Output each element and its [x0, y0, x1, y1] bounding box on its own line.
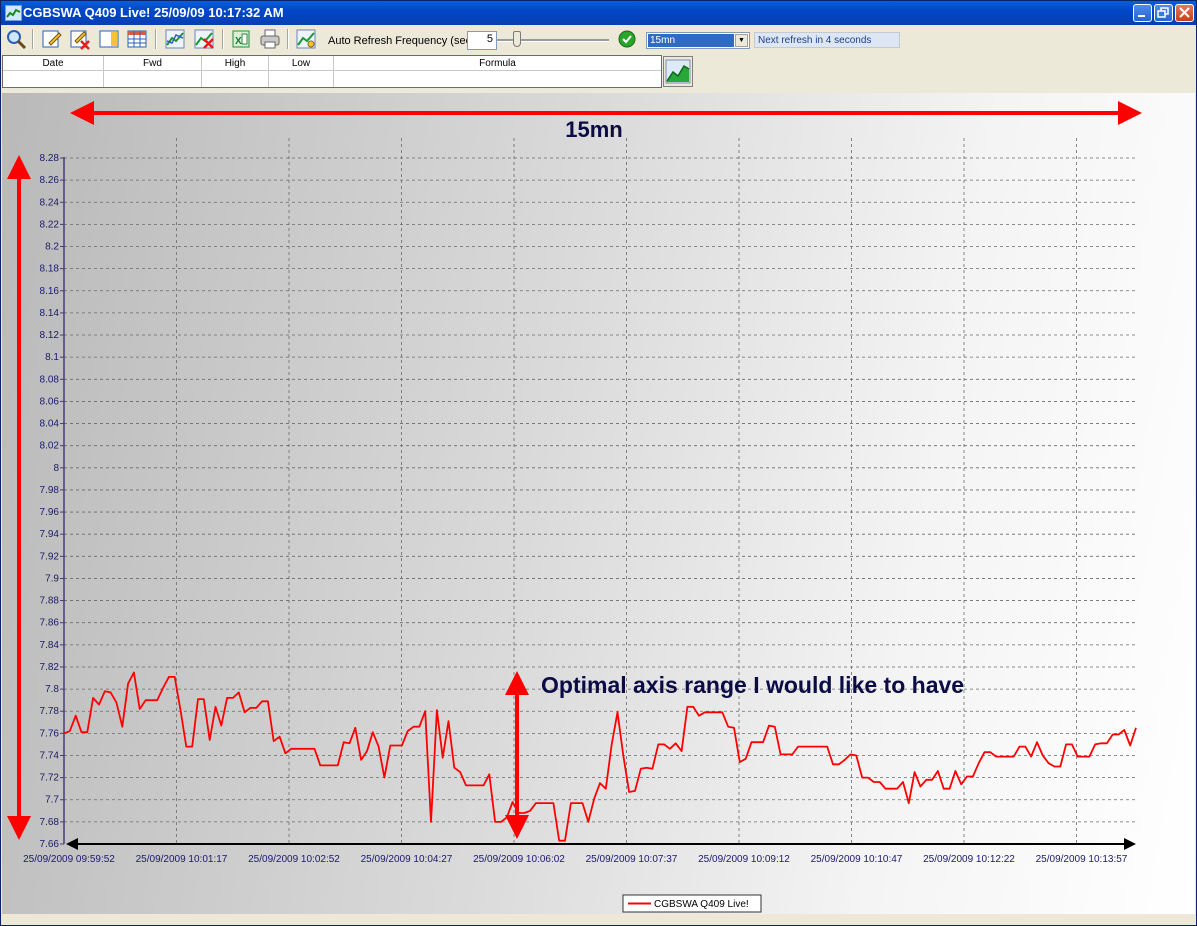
x-axis-tick-labels: 25/09/2009 09:59:52 25/09/2009 10:01:17 25… — [23, 854, 1128, 865]
zoom-icon[interactable] — [5, 28, 27, 50]
x-tick-label: 25/09/2009 10:10:47 — [811, 854, 903, 865]
y-tick-label: 7.98 — [40, 485, 60, 496]
y-tick-label: 7.78 — [40, 706, 60, 717]
y-tick-label: 7.9 — [45, 573, 59, 584]
x-tick-label: 25/09/2009 10:04:27 — [361, 854, 453, 865]
chart-icon[interactable] — [164, 28, 186, 50]
y-tick-label: 7.66 — [40, 839, 60, 850]
svg-text:X: X — [235, 36, 242, 47]
x-tick-label: 25/09/2009 09:59:52 — [23, 854, 115, 865]
y-tick-label: 7.68 — [40, 817, 60, 828]
grid-icon[interactable] — [126, 28, 148, 50]
status-bar — [2, 914, 1195, 925]
y-tick-label: 8.28 — [40, 153, 60, 164]
range-dropdown-value: 15mn — [648, 34, 734, 47]
y-tick-label: 8.04 — [40, 419, 60, 430]
y-tick-label: 8.1 — [45, 352, 59, 363]
y-tick-label: 8.2 — [45, 242, 59, 253]
column-header-low[interactable]: Low — [269, 56, 334, 71]
print-icon[interactable] — [259, 28, 281, 50]
refresh-frequency-input[interactable]: 5 — [467, 31, 497, 50]
column-header-date[interactable]: Date — [3, 56, 104, 71]
restore-button[interactable] — [1154, 4, 1173, 22]
y-tick-label: 8.16 — [40, 286, 60, 297]
y-tick-label: 7.76 — [40, 728, 60, 739]
toolbar: X Auto Refresh Frequency (sec) : 5 15mn … — [1, 25, 1196, 55]
column-header-formula[interactable]: Formula — [334, 56, 661, 71]
table-cell[interactable] — [334, 71, 661, 87]
y-tick-label: 8.08 — [40, 374, 60, 385]
minimize-button[interactable] — [1133, 4, 1152, 22]
y-tick-label: 7.84 — [40, 640, 60, 651]
y-tick-label: 8.12 — [40, 330, 60, 341]
x-tick-label: 25/09/2009 10:12:22 — [923, 854, 1015, 865]
column-header-fwd[interactable]: Fwd — [104, 56, 202, 71]
y-tick-label: 7.72 — [40, 773, 60, 784]
refresh-slider-thumb[interactable] — [513, 31, 521, 47]
chart-view-button[interactable] — [663, 56, 693, 87]
refresh-frequency-label: Auto Refresh Frequency (sec) : — [328, 35, 481, 47]
chart-area: 8.28 8.26 8.24 8.22 8.2 8.18 8.16 8.14 8.12 8.1 8.… — [2, 93, 1195, 914]
chart-delete-icon[interactable] — [193, 28, 215, 50]
gridlines — [64, 138, 1135, 844]
y-tick-label: 7.92 — [40, 551, 60, 562]
edit-delete-icon[interactable] — [69, 28, 91, 50]
x-tick-label: 25/09/2009 10:06:02 — [473, 854, 565, 865]
x-tick-label: 25/09/2009 10:07:37 — [586, 854, 678, 865]
x-tick-label: 25/09/2009 10:02:52 — [248, 854, 340, 865]
time-range-label: 15mn — [565, 117, 622, 142]
y-tick-label: 8.24 — [40, 197, 60, 208]
chart-settings-icon[interactable] — [295, 28, 317, 50]
optimal-range-label: Optimal axis range I would like to have — [541, 672, 964, 698]
y-tick-label: 7.94 — [40, 529, 60, 540]
legend[interactable]: CGBSWA Q409 Live! — [622, 894, 762, 913]
y-tick-label: 8.06 — [40, 396, 60, 407]
y-tick-label: 8.02 — [40, 441, 60, 452]
toolbar-separator — [222, 29, 224, 49]
x-tick-label: 25/09/2009 10:09:12 — [698, 854, 790, 865]
window-title: CGBSWA Q409 Live! 25/09/09 10:17:32 AM — [23, 5, 284, 20]
y-tick-label: 8.22 — [40, 219, 60, 230]
x-tick-label: 25/09/2009 10:13:57 — [1036, 854, 1128, 865]
y-tick-label: 7.82 — [40, 662, 60, 673]
title-bar[interactable]: CGBSWA Q409 Live! 25/09/09 10:17:32 AM — [1, 1, 1196, 25]
excel-export-icon[interactable]: X — [230, 28, 252, 50]
y-tick-label: 7.8 — [45, 684, 59, 695]
panel-icon[interactable] — [98, 28, 120, 50]
y-tick-label: 7.86 — [40, 618, 60, 629]
table-cell[interactable] — [202, 71, 269, 87]
table-cell[interactable] — [3, 71, 104, 87]
range-dropdown[interactable]: 15mn ▼ — [646, 32, 750, 49]
app-chart-icon — [5, 5, 22, 21]
toolbar-separator — [32, 29, 34, 49]
x-tick-label: 25/09/2009 10:01:17 — [136, 854, 228, 865]
column-header-high[interactable]: High — [202, 56, 269, 71]
toolbar-separator — [287, 29, 289, 49]
y-tick-label: 7.96 — [40, 507, 60, 518]
y-tick-label: 7.74 — [40, 750, 60, 761]
edit-icon[interactable] — [41, 28, 63, 50]
y-tick-label: 8.26 — [40, 175, 60, 186]
y-tick-label: 7.88 — [40, 596, 60, 607]
price-chart: 8.28 8.26 8.24 8.22 8.2 8.18 8.16 8.14 8.12 8.1 8.… — [7, 101, 1142, 913]
close-button[interactable] — [1175, 4, 1194, 22]
y-axis-tick-labels: 8.28 8.26 8.24 8.22 8.2 8.18 8.16 8.14 8.12 8.1 8.… — [40, 153, 64, 850]
toolbar-separator — [155, 29, 157, 49]
y-tick-label: 8.14 — [40, 308, 60, 319]
y-tick-label: 7.7 — [45, 795, 59, 806]
legend-label: CGBSWA Q409 Live! — [654, 899, 749, 910]
chevron-down-icon[interactable]: ▼ — [735, 34, 748, 47]
y-tick-label: 8.18 — [40, 264, 60, 275]
next-refresh-status: Next refresh in 4 seconds — [754, 32, 900, 48]
quote-table: Date Fwd High Low Formula — [2, 55, 662, 88]
apply-check-icon[interactable] — [618, 30, 636, 48]
y-tick-label: 8 — [53, 463, 59, 474]
table-cell[interactable] — [269, 71, 334, 87]
table-cell[interactable] — [104, 71, 202, 87]
app-window: CGBSWA Q409 Live! 25/09/09 10:17:32 AM X… — [0, 0, 1197, 926]
